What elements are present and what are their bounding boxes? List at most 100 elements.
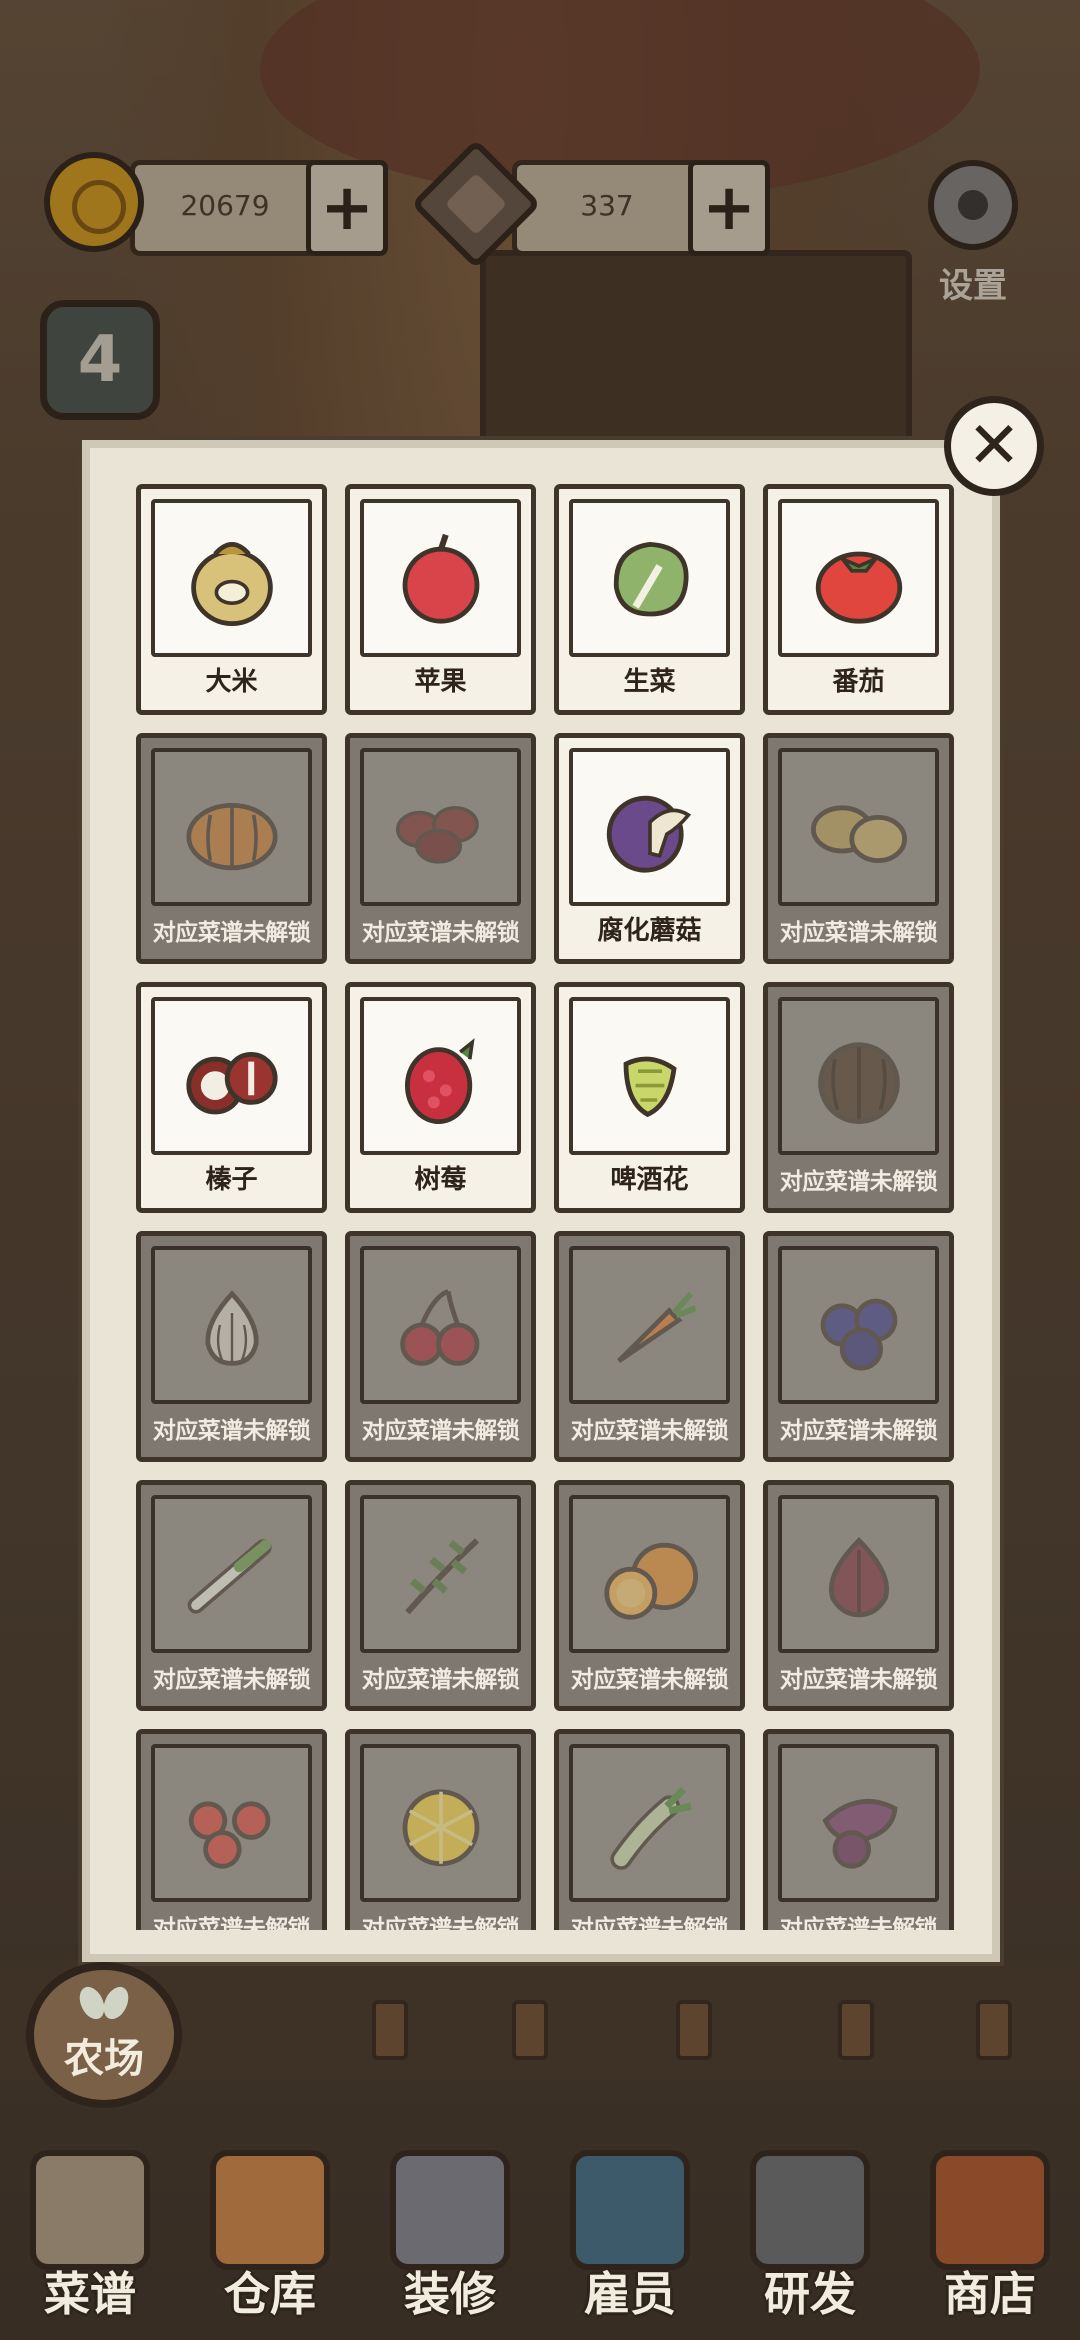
ingredient-image-frame	[151, 748, 312, 906]
close-button[interactable]: ✕	[944, 396, 1044, 496]
hammer-icon	[390, 2150, 510, 2270]
ingredient-panel: 大米 苹果 生菜 番茄 对应菜谱未解锁 对应菜谱未解锁 腐化蘑菇 对应菜谱未解锁 榛子 树莓 啤酒花…	[82, 440, 1000, 1962]
ingredient-card[interactable]: 榛子	[136, 982, 327, 1213]
ingredient-name: 大米	[205, 667, 258, 697]
ingredient-image-frame	[151, 1246, 312, 1404]
nav-item[interactable]: 研发	[730, 2130, 890, 2340]
beans-icon	[395, 806, 479, 864]
tomato-icon	[815, 551, 902, 624]
ingredient-name: 生菜	[623, 667, 676, 697]
ingredient-image-frame	[778, 1495, 939, 1653]
ingredient-card[interactable]: 大米	[136, 484, 327, 715]
ingredient-image-frame	[360, 1744, 521, 1902]
ingredient-card[interactable]: 对应菜谱未解锁	[136, 1729, 327, 1930]
ingredient-name: 苹果	[414, 667, 467, 697]
ingredient-image-frame	[360, 997, 521, 1155]
ingredient-name: 对应菜谱未解锁	[570, 1667, 729, 1693]
ingredient-name: 对应菜谱未解锁	[361, 1916, 520, 1930]
ingredient-card[interactable]: 树莓	[345, 982, 536, 1213]
ingredient-card[interactable]: 对应菜谱未解锁	[763, 982, 954, 1213]
ingredient-image-frame	[778, 748, 939, 906]
ingredient-card[interactable]: 对应菜谱未解锁	[763, 1480, 954, 1711]
ingredient-name: 对应菜谱未解锁	[779, 1916, 938, 1930]
ingredient-card[interactable]: 对应菜谱未解锁	[345, 1231, 536, 1462]
ingredient-card[interactable]: 对应菜谱未解锁	[136, 1231, 327, 1462]
ingredient-name: 对应菜谱未解锁	[152, 1667, 311, 1693]
hops-icon	[623, 1056, 677, 1118]
ingredient-name: 对应菜谱未解锁	[361, 1667, 520, 1693]
farm-label: 农场	[64, 2036, 144, 2082]
ingredient-card[interactable]: 对应菜谱未解锁	[345, 1729, 536, 1930]
farm-button[interactable]: 农场	[26, 1962, 182, 2108]
nav-item[interactable]: 菜谱	[10, 2130, 170, 2340]
ingredient-name: 榛子	[205, 1165, 258, 1195]
ingredient-card[interactable]: 苹果	[345, 484, 536, 715]
ingredient-name: 对应菜谱未解锁	[779, 1418, 938, 1444]
ingredient-image-frame	[360, 499, 521, 657]
ingredient-card[interactable]: 对应菜谱未解锁	[345, 733, 536, 964]
ingredient-name: 对应菜谱未解锁	[570, 1916, 729, 1930]
ingredient-image-frame	[569, 748, 730, 906]
ingredient-name: 啤酒花	[610, 1165, 689, 1195]
rice-sack-icon	[190, 542, 273, 626]
ingredient-card[interactable]: 生菜	[554, 484, 745, 715]
ingredient-name: 对应菜谱未解锁	[779, 1169, 938, 1195]
ingredient-name: 对应菜谱未解锁	[570, 1418, 729, 1444]
ingredient-image-frame	[569, 1744, 730, 1902]
cherry-icon	[399, 1289, 479, 1366]
sweet-potato-icon	[822, 1798, 898, 1869]
garlic-icon	[204, 1290, 259, 1366]
pumpkin-icon	[185, 803, 278, 871]
ingredient-card[interactable]: 番茄	[763, 484, 954, 715]
ingredient-image-frame	[778, 499, 939, 657]
ingredient-card[interactable]: 啤酒花	[554, 982, 745, 1213]
ingredient-name: 对应菜谱未解锁	[152, 1418, 311, 1444]
cauldron-icon	[750, 2150, 870, 2270]
ingredient-name: 对应菜谱未解锁	[152, 1916, 311, 1930]
ingredient-image-frame	[569, 499, 730, 657]
orange-icon	[603, 1542, 698, 1620]
nav-item[interactable]: 雇员	[550, 2130, 710, 2340]
ingredient-name: 树莓	[414, 1165, 467, 1195]
ingredient-image-frame	[778, 1744, 939, 1902]
potato-icon	[810, 805, 907, 863]
ingredient-name: 对应菜谱未解锁	[779, 920, 938, 946]
ingredient-image-frame	[569, 997, 730, 1155]
ingredient-card[interactable]: 对应菜谱未解锁	[554, 1231, 745, 1462]
sprout-icon	[79, 1986, 129, 2022]
ingredient-image-frame	[569, 1246, 730, 1404]
ingredient-card[interactable]: 对应菜谱未解锁	[554, 1480, 745, 1711]
ingredient-name: 对应菜谱未解锁	[361, 1418, 520, 1444]
scallion-icon	[187, 1539, 272, 1614]
ingredient-card[interactable]: 对应菜谱未解锁	[763, 1231, 954, 1462]
celery-icon	[609, 1786, 692, 1870]
ingredient-image-frame	[151, 1495, 312, 1653]
nav-item[interactable]: 装修	[370, 2130, 530, 2340]
ingredient-name: 腐化蘑菇	[597, 916, 702, 946]
nav-label: 仓库	[224, 2267, 316, 2321]
ingredient-card[interactable]: 对应菜谱未解锁	[763, 1729, 954, 1930]
ingredient-card[interactable]: 对应菜谱未解锁	[763, 733, 954, 964]
ingredient-card[interactable]: 对应菜谱未解锁	[554, 1729, 745, 1930]
ingredient-card[interactable]: 腐化蘑菇	[554, 733, 745, 964]
ingredient-grid: 大米 苹果 生菜 番茄 对应菜谱未解锁 对应菜谱未解锁 腐化蘑菇 对应菜谱未解锁 榛子 树莓 啤酒花…	[136, 484, 956, 1930]
nav-label: 研发	[764, 2267, 856, 2321]
cabinet-icon	[210, 2150, 330, 2270]
lemon-icon	[402, 1789, 479, 1867]
mushroom-icon	[606, 795, 691, 873]
employee-icon	[570, 2150, 690, 2270]
cherry-tomato-icon	[188, 1801, 270, 1869]
nav-item[interactable]: 商店	[910, 2130, 1070, 2340]
ingredient-image-frame	[360, 748, 521, 906]
bottom-nav: 菜谱 仓库 装修 雇员 研发 商店	[0, 2120, 1080, 2340]
ingredient-image-frame	[360, 1495, 521, 1653]
nav-label: 菜谱	[44, 2267, 136, 2321]
ingredient-card[interactable]: 对应菜谱未解锁	[136, 1480, 327, 1711]
ingredient-card[interactable]: 对应菜谱未解锁	[136, 733, 327, 964]
ingredient-name: 番茄	[832, 667, 885, 697]
nav-label: 装修	[404, 2267, 496, 2321]
lettuce-icon	[613, 541, 688, 617]
ingredient-card[interactable]: 对应菜谱未解锁	[345, 1480, 536, 1711]
onion-icon	[828, 1537, 889, 1618]
nav-item[interactable]: 仓库	[190, 2130, 350, 2340]
